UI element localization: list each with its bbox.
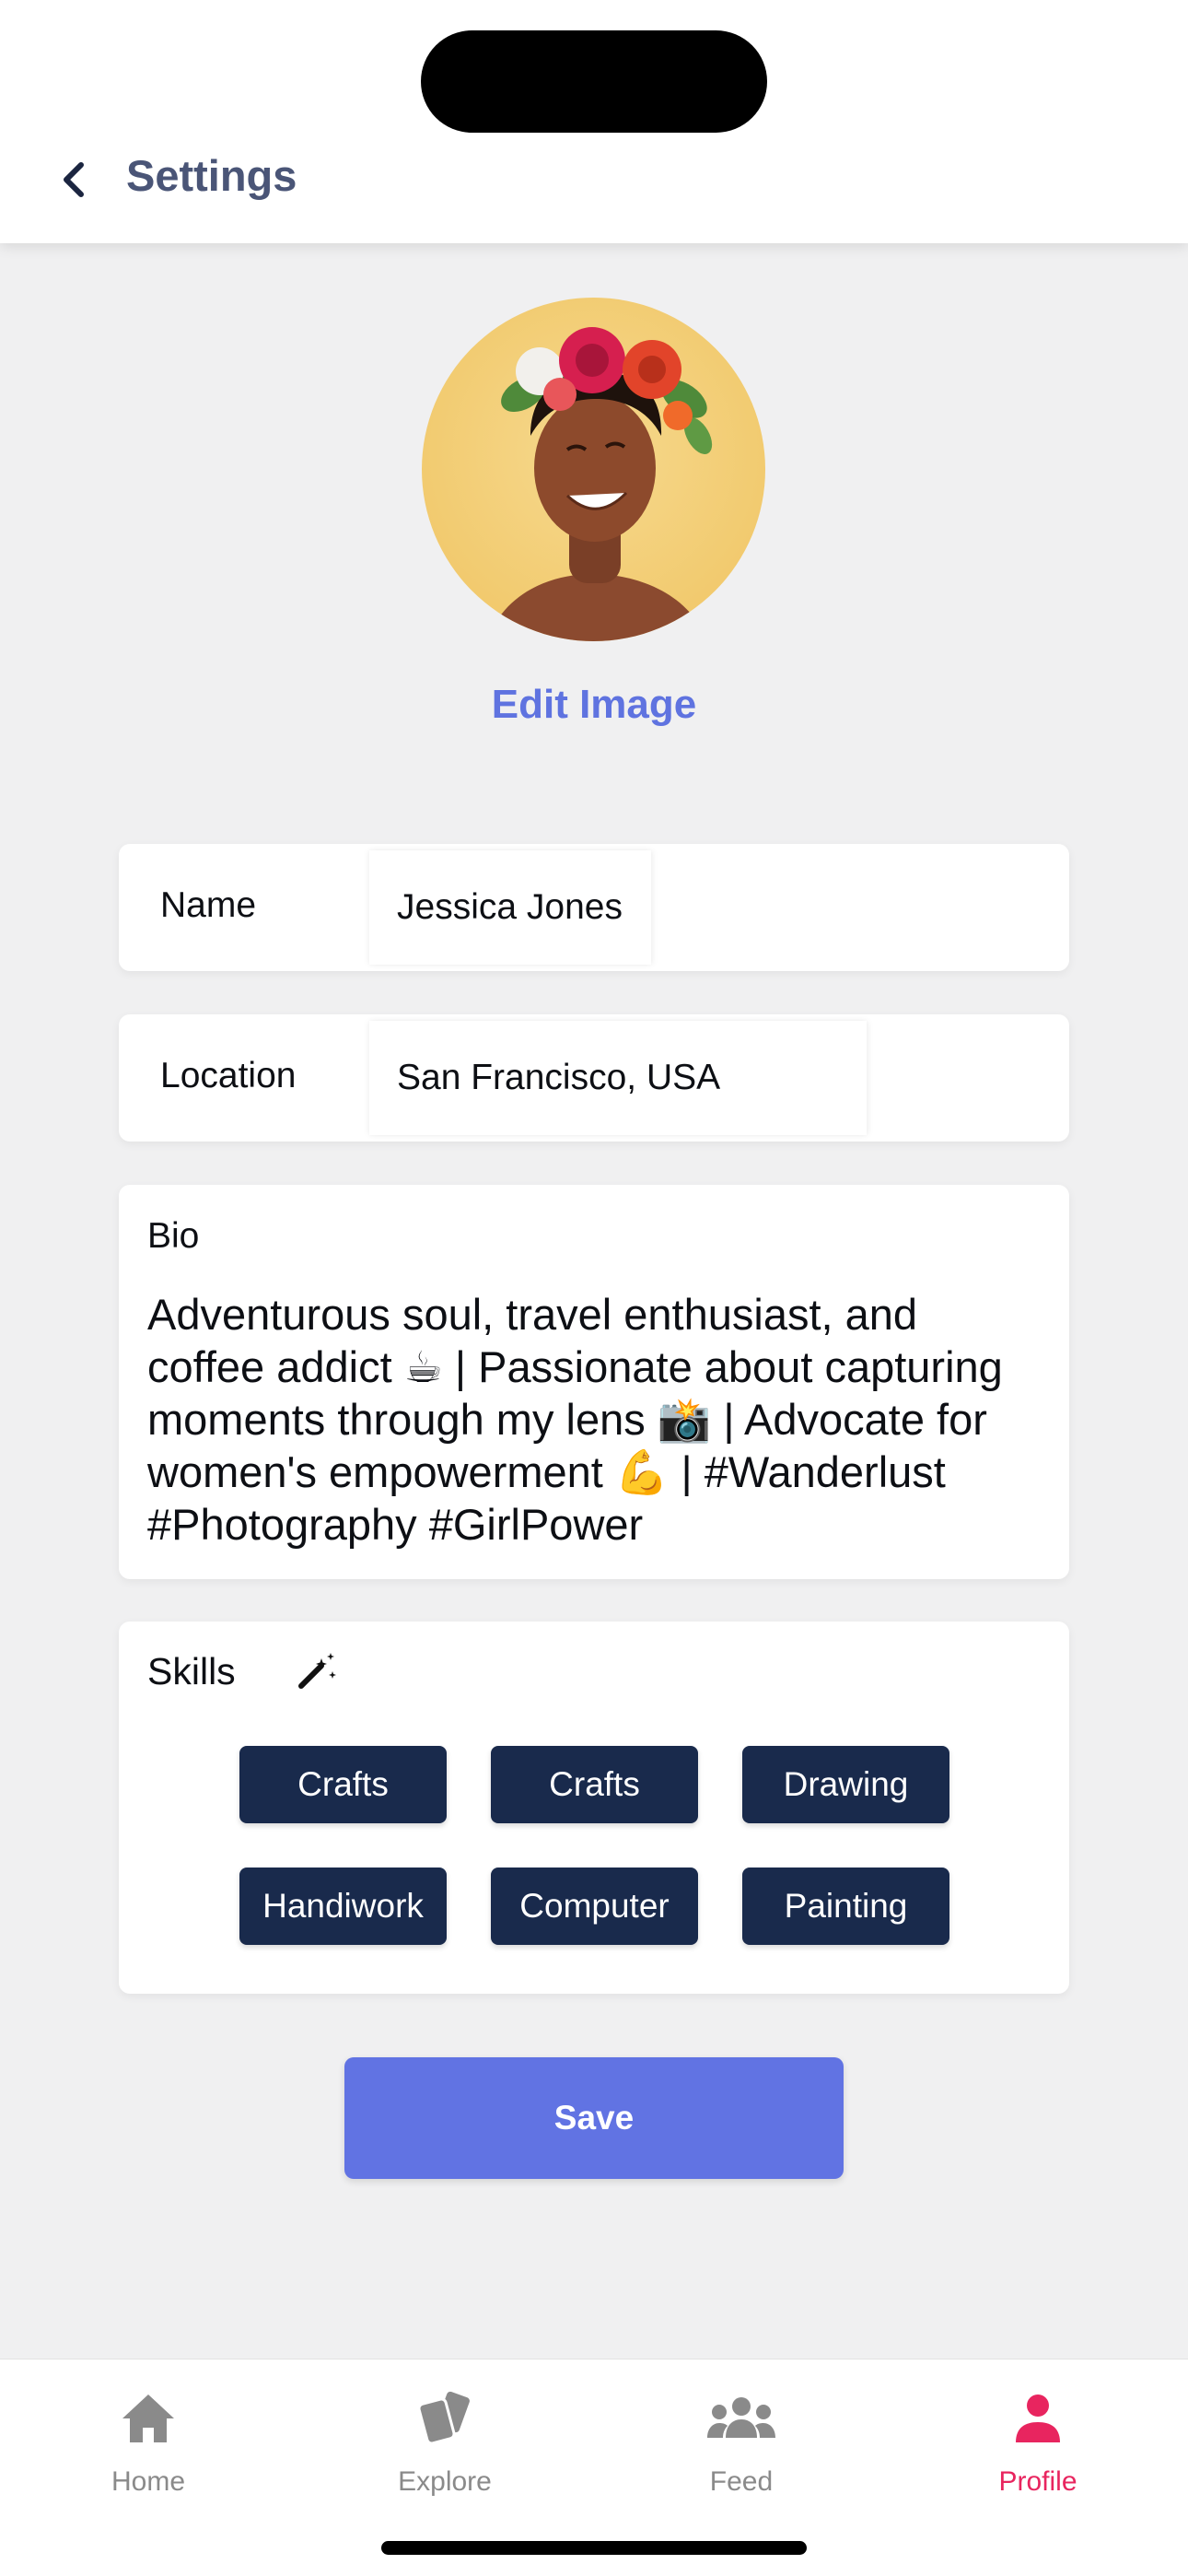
tab-feed-label: Feed xyxy=(709,2466,774,2497)
location-card: Location San Francisco, USA xyxy=(119,1014,1069,1142)
name-input[interactable]: Jessica Jones xyxy=(369,850,651,965)
skill-chip[interactable]: Painting xyxy=(742,1868,949,1945)
tab-explore[interactable]: Explore xyxy=(297,2359,593,2507)
tab-profile[interactable]: Profile xyxy=(890,2359,1186,2507)
tab-profile-label: Profile xyxy=(998,2466,1077,2497)
tab-feed[interactable]: Feed xyxy=(593,2359,890,2507)
bio-label: Bio xyxy=(147,1216,200,1256)
skills-card: Skills Crafts Crafts Drawing Handiwork C… xyxy=(119,1622,1069,1994)
back-button[interactable] xyxy=(46,152,101,207)
skill-chip[interactable]: Crafts xyxy=(491,1746,698,1823)
settings-screen: Settings Edit Image Name Jessica Jones L… xyxy=(0,0,1188,2576)
name-card: Name Jessica Jones xyxy=(119,844,1069,971)
bio-card: Bio Adventurous soul, travel enthusiast,… xyxy=(119,1185,1069,1579)
skill-chip[interactable]: Drawing xyxy=(742,1746,949,1823)
location-input[interactable]: San Francisco, USA xyxy=(369,1021,867,1135)
name-label: Name xyxy=(160,885,257,925)
group-icon xyxy=(705,2382,778,2455)
dynamic-island xyxy=(421,30,767,133)
home-icon xyxy=(111,2382,185,2455)
skills-label: Skills xyxy=(147,1650,236,1692)
skill-chip[interactable]: Handiwork xyxy=(239,1868,447,1945)
bio-textarea[interactable]: Adventurous soul, travel enthusiast, and… xyxy=(147,1288,1031,1551)
magic-wand-icon xyxy=(298,1653,336,1689)
skill-chip[interactable]: Computer xyxy=(491,1868,698,1945)
edit-image-link[interactable]: Edit Image xyxy=(0,682,1188,728)
profile-photo xyxy=(422,298,765,641)
chevron-left-icon xyxy=(64,162,84,197)
tab-explore-label: Explore xyxy=(398,2466,492,2497)
tab-home-label: Home xyxy=(111,2466,186,2497)
edit-skills-button[interactable] xyxy=(292,1647,340,1695)
avatar[interactable] xyxy=(422,298,765,641)
save-button[interactable]: Save xyxy=(344,2057,844,2179)
skill-chip[interactable]: Crafts xyxy=(239,1746,447,1823)
person-icon xyxy=(1001,2382,1075,2455)
home-indicator xyxy=(381,2541,807,2555)
header: Settings xyxy=(0,0,1188,243)
location-label: Location xyxy=(160,1056,297,1095)
cards-icon xyxy=(408,2382,482,2455)
tab-home[interactable]: Home xyxy=(0,2359,297,2507)
page-title: Settings xyxy=(126,151,297,200)
